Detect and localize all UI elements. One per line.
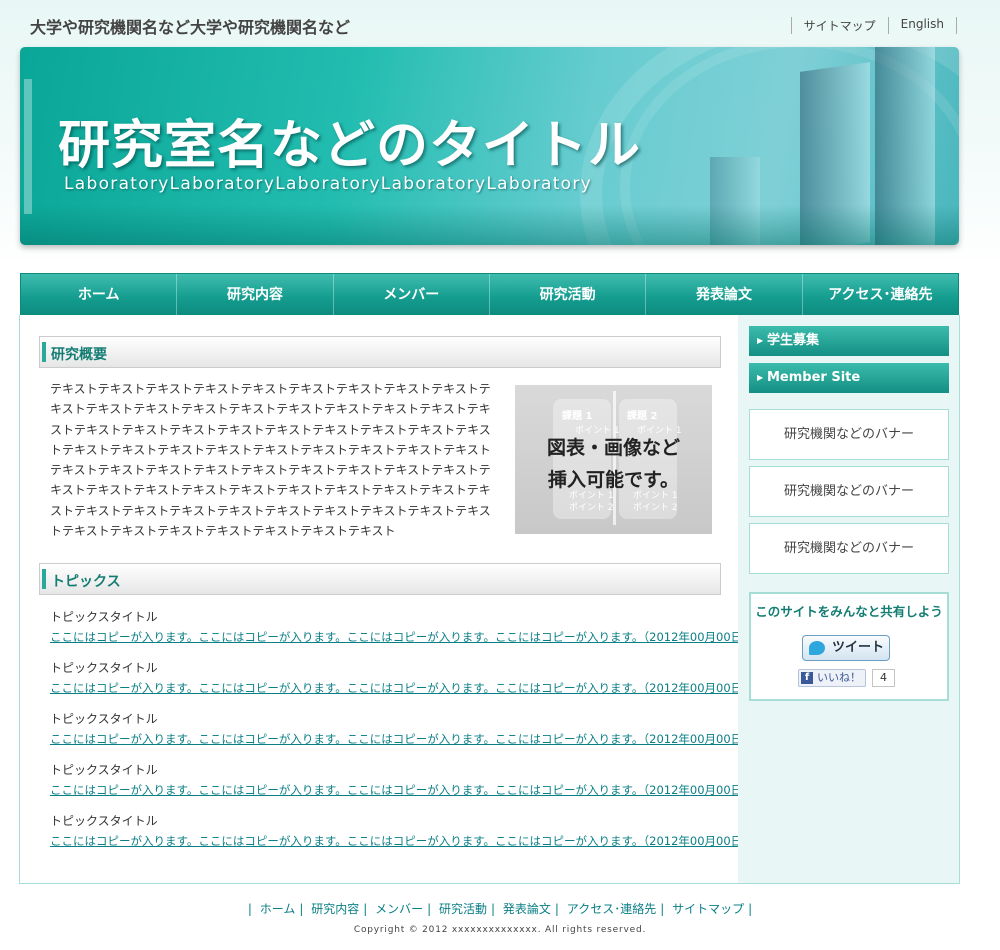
english-link[interactable]: English xyxy=(887,17,957,34)
footer-link-activities[interactable]: 研究活動 xyxy=(435,902,491,916)
site-name: 大学や研究機関名など大学や研究機関名など xyxy=(30,18,351,37)
footer-link-home[interactable]: ホーム xyxy=(256,902,300,916)
footer-separator: | xyxy=(363,902,368,916)
tweet-button[interactable]: ツイート xyxy=(802,635,890,661)
footer-link-publications[interactable]: 発表論文 xyxy=(499,902,555,916)
nav-research[interactable]: 研究内容 xyxy=(176,274,332,316)
footer-link-members[interactable]: メンバー xyxy=(371,902,427,916)
footer-separator: | xyxy=(554,902,559,916)
triangle-right-icon: ▶ xyxy=(757,373,764,382)
figure-caption-line1: 図表・画像など xyxy=(546,437,680,459)
facebook-icon: f xyxy=(801,672,813,684)
topic-item: トピックスタイトル ここにはコピーが入ります。ここにはコピーが入ります。ここには… xyxy=(50,711,754,748)
figure-point: ポイント 2 xyxy=(633,503,678,513)
nav-publications[interactable]: 発表論文 xyxy=(645,274,801,316)
footer-separator: | xyxy=(660,902,665,916)
heading-accent-bar xyxy=(42,569,46,589)
top-links: サイトマップ English xyxy=(790,17,957,34)
footer-link-sitemap[interactable]: サイトマップ xyxy=(668,902,748,916)
sitemap-link[interactable]: サイトマップ xyxy=(790,17,888,34)
topics-heading: トピックス xyxy=(39,563,721,595)
like-count: 4 xyxy=(872,669,895,687)
footer-link-research[interactable]: 研究内容 xyxy=(307,902,363,916)
institution-banner[interactable]: 研究機関などのバナー xyxy=(749,409,949,460)
figure-point: ポイント 2 xyxy=(569,503,614,513)
share-box: このサイトをみんなと共有しよう ツイート f いいね！ 4 xyxy=(749,592,949,701)
topic-link[interactable]: ここにはコピーが入ります。ここにはコピーが入ります。ここにはコピーが入ります。こ… xyxy=(50,681,754,695)
topic-link[interactable]: ここにはコピーが入ります。ここにはコピーが入ります。ここにはコピーが入ります。こ… xyxy=(50,732,754,746)
institution-banner[interactable]: 研究機関などのバナー xyxy=(749,466,949,517)
copyright: Copyright © 2012 xxxxxxxxxxxxxx. All rig… xyxy=(353,925,647,935)
footer-nav: | ホーム | 研究内容 | メンバー | 研究活動 | 発表論文 | アクセス･連絡先 |… xyxy=(0,900,1000,917)
overview-figure: 課題 1 課題 2 ポイント 1 ポイント 1 ポイント 1 ポイント 2 ポイ… xyxy=(515,385,712,534)
overview-heading: 研究概要 xyxy=(39,336,721,368)
banner-fade xyxy=(20,205,959,245)
sidebar: ▶ 学生募集 ▶ Member Site 研究機関などのバナー 研究機関などのバ… xyxy=(738,315,959,883)
banner-title: 研究室名などのタイトル xyxy=(58,116,642,176)
overview-heading-text: 研究概要 xyxy=(51,347,107,363)
topic-link[interactable]: ここにはコピーが入ります。ここにはコピーが入ります。ここにはコピーが入ります。こ… xyxy=(50,630,754,644)
institution-banner[interactable]: 研究機関などのバナー xyxy=(749,523,949,574)
footer-link-access[interactable]: アクセス･連絡先 xyxy=(563,902,660,916)
footer-separator: | xyxy=(247,902,252,916)
tweet-label: ツイート xyxy=(832,640,885,655)
topic-link[interactable]: ここにはコピーが入ります。ここにはコピーが入ります。ここにはコピーが入ります。こ… xyxy=(50,783,754,797)
overview-text: テキストテキストテキストテキストテキストテキストテキストテキストテキストテキスト… xyxy=(50,382,491,539)
topic-title: トピックスタイトル xyxy=(50,814,158,828)
member-site-button[interactable]: ▶ Member Site xyxy=(749,363,949,393)
footer-separator: | xyxy=(427,902,432,916)
topic-link[interactable]: ここにはコピーが入ります。ここにはコピーが入ります。ここにはコピーが入ります。こ… xyxy=(50,834,754,848)
topic-title: トピックスタイトル xyxy=(50,661,158,675)
banner-accent-bar xyxy=(24,79,32,214)
triangle-right-icon: ▶ xyxy=(757,336,764,345)
nav-access[interactable]: アクセス･連絡先 xyxy=(801,274,958,316)
content-area: 研究概要 テキストテキストテキストテキストテキストテキストテキストテキストテキス… xyxy=(19,315,960,884)
topic-item: トピックスタイトル ここにはコピーが入ります。ここにはコピーが入ります。ここには… xyxy=(50,660,754,697)
student-recruitment-label: 学生募集 xyxy=(767,333,820,348)
topic-item: トピックスタイトル ここにはコピーが入ります。ここにはコピーが入ります。ここには… xyxy=(50,762,754,799)
topic-title: トピックスタイトル xyxy=(50,610,158,624)
topic-title: トピックスタイトル xyxy=(50,763,158,777)
figure-label-left: 課題 1 xyxy=(562,411,593,422)
figure-caption-line2: 挿入可能です。 xyxy=(547,469,680,491)
like-label: いいね！ xyxy=(817,671,861,684)
footer-separator: | xyxy=(491,902,496,916)
main-nav: ホーム 研究内容 メンバー 研究活動 発表論文 アクセス･連絡先 xyxy=(20,273,959,317)
nav-activities[interactable]: 研究活動 xyxy=(488,274,645,316)
topics-list: トピックスタイトル ここにはコピーが入ります。ここにはコピーが入ります。ここには… xyxy=(50,609,754,864)
heading-accent-bar xyxy=(42,342,46,362)
share-title: このサイトをみんなと共有しよう xyxy=(755,604,943,619)
nav-members[interactable]: メンバー xyxy=(332,274,489,316)
facebook-like-button[interactable]: f いいね！ xyxy=(798,669,866,687)
footer-separator: | xyxy=(748,902,753,916)
topic-item: トピックスタイトル ここにはコピーが入ります。ここにはコピーが入ります。ここには… xyxy=(50,609,754,646)
banner-subtitle: LaboratoryLaboratoryLaboratoryLaboratory… xyxy=(64,174,593,194)
twitter-bird-icon xyxy=(809,641,825,655)
footer-separator: | xyxy=(299,902,304,916)
topic-title: トピックスタイトル xyxy=(50,712,158,726)
member-site-label: Member Site xyxy=(767,370,861,385)
topic-item: トピックスタイトル ここにはコピーが入ります。ここにはコピーが入ります。ここには… xyxy=(50,813,754,850)
figure-label-right: 課題 2 xyxy=(627,411,658,422)
nav-home[interactable]: ホーム xyxy=(21,274,176,316)
main-banner: 研究室名などのタイトル LaboratoryLaboratoryLaborato… xyxy=(20,47,959,245)
student-recruitment-button[interactable]: ▶ 学生募集 xyxy=(749,326,949,356)
topics-heading-text: トピックス xyxy=(51,574,121,590)
